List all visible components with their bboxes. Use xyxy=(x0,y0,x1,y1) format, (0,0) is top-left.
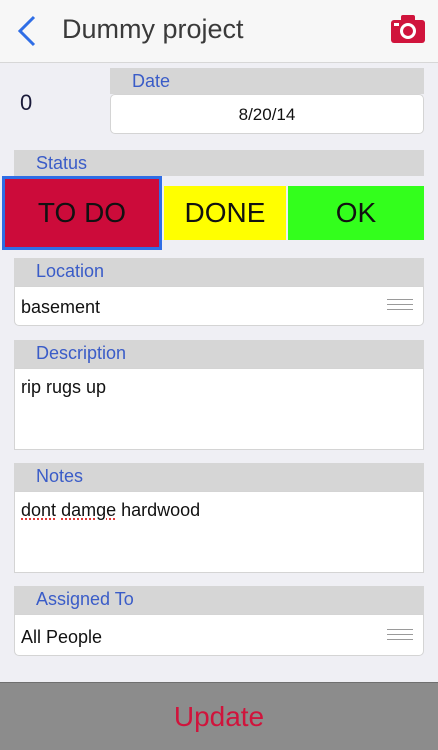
notes-label: Notes xyxy=(14,463,424,491)
chevron-left-icon[interactable] xyxy=(14,14,42,48)
page-title: Dummy project xyxy=(62,14,244,44)
status-todo-button[interactable]: TO DO xyxy=(2,176,162,250)
update-button[interactable]: Update xyxy=(0,682,438,750)
notes-word: hardwood xyxy=(121,500,201,520)
description-label: Description xyxy=(14,340,424,368)
item-count: 0 xyxy=(20,90,33,115)
date-field[interactable]: 8/20/14 xyxy=(110,94,424,134)
notes-word: damge xyxy=(61,500,117,520)
nav-bar: Dummy project xyxy=(0,0,438,63)
status-ok-button[interactable]: OK xyxy=(288,186,424,240)
location-label: Location xyxy=(14,258,424,286)
notes-value: dont damge hardwood xyxy=(21,500,200,521)
location-value: basement xyxy=(21,297,101,317)
notes-field[interactable]: dont damge hardwood xyxy=(14,491,424,573)
description-value: rip rugs up xyxy=(21,377,107,397)
hamburger-menu-icon[interactable] xyxy=(387,299,413,313)
notes-word: dont xyxy=(21,500,57,520)
assigned-to-field[interactable]: All People xyxy=(14,614,424,656)
date-value: 8/20/14 xyxy=(238,105,296,124)
status-done-button[interactable]: DONE xyxy=(164,186,286,240)
description-field[interactable]: rip rugs up xyxy=(14,368,424,450)
location-field[interactable]: basement xyxy=(14,286,424,326)
hamburger-menu-icon[interactable] xyxy=(387,629,413,643)
camera-icon[interactable] xyxy=(390,14,426,44)
date-label: Date xyxy=(110,68,424,94)
assigned-to-label: Assigned To xyxy=(14,586,424,614)
assigned-to-value: All People xyxy=(21,627,103,647)
status-label: Status xyxy=(14,150,424,176)
